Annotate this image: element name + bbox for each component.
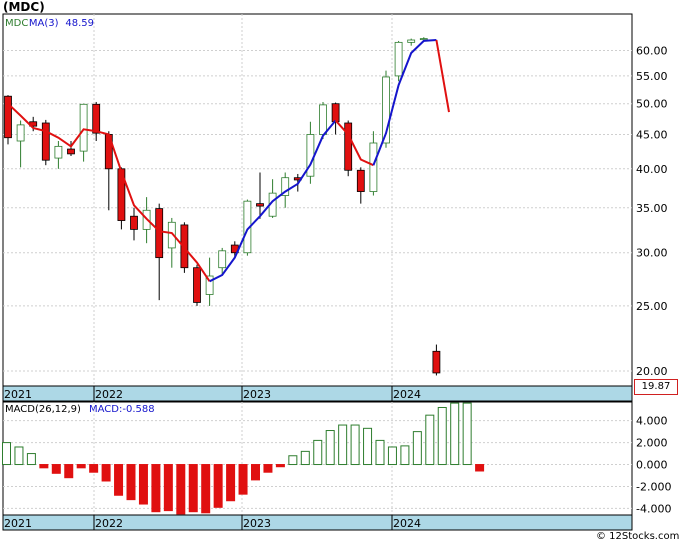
candle-body <box>369 142 378 192</box>
candle-body <box>193 267 201 303</box>
candle-body <box>419 38 428 41</box>
candle-body <box>256 203 264 207</box>
price-tick-label: 30.00 <box>636 247 668 260</box>
macd-bar <box>114 464 124 496</box>
macd-bar <box>213 464 223 508</box>
price-tick-label: 45.00 <box>636 128 668 141</box>
macd-bar <box>475 464 485 472</box>
candle-body <box>155 208 164 259</box>
candle-body <box>54 145 63 159</box>
macd-bar <box>375 439 385 466</box>
macd-bar <box>338 424 348 466</box>
candle-body <box>356 169 365 192</box>
candle-body <box>218 250 227 269</box>
macd-bar <box>51 464 61 474</box>
macd-bar <box>26 453 36 466</box>
macd-bar <box>14 446 24 466</box>
macd-bar <box>400 445 410 466</box>
macd-bar <box>412 431 422 466</box>
price-legend-item: MA(3) <box>29 18 59 29</box>
candle-body <box>344 122 353 171</box>
price-tick-label: 55.00 <box>636 70 668 83</box>
macd-bar <box>325 430 335 466</box>
macd-bar <box>462 402 472 466</box>
price-plot-area <box>2 13 633 387</box>
macd-bar <box>288 455 298 466</box>
price-legend-item: 48.59 <box>65 18 94 29</box>
year-tick-label: 2023 <box>243 517 271 530</box>
macd-bar <box>188 464 198 513</box>
macd-bar <box>76 464 86 469</box>
macd-bar <box>263 464 273 473</box>
year-tick-label: 2022 <box>95 388 123 401</box>
watermark: © 12Stocks.com <box>596 531 680 542</box>
macd-legend-item: MACD(26,12,9) <box>5 404 81 415</box>
price-tick-label: 35.00 <box>636 202 668 215</box>
year-tick-label: 2022 <box>95 517 123 530</box>
candle-body <box>79 103 88 152</box>
candle-body <box>67 148 75 155</box>
macd-bar <box>251 464 260 481</box>
candle-body <box>331 103 340 123</box>
year-tick-label: 2024 <box>393 517 421 530</box>
price-tick-label: 60.00 <box>636 45 668 58</box>
candle-body <box>394 41 403 77</box>
year-tick-label: 2024 <box>393 388 421 401</box>
macd-bar <box>363 427 373 466</box>
macd-bar <box>101 464 111 482</box>
macd-bar <box>151 464 161 513</box>
macd-bar <box>300 450 310 466</box>
macd-bar <box>450 402 460 466</box>
candle-body <box>319 104 327 135</box>
candle-body <box>130 215 138 230</box>
macd-panel: 4.000 2.000 0.000 -2.000 -4.000 MACD(26,12,9)… <box>2 401 671 531</box>
macd-bar <box>2 442 11 466</box>
macd-bar <box>275 464 285 468</box>
candle-body <box>92 103 101 134</box>
price-tick-label: 40.00 <box>636 163 668 176</box>
price-tick-label: 20.00 <box>636 365 668 378</box>
candle-body <box>432 350 441 374</box>
price-tick-label: 25.00 <box>636 300 668 313</box>
macd-bar <box>437 406 447 466</box>
year-tick-label: 2021 <box>4 388 32 401</box>
price-panel: 60.00 55.00 50.00 45.00 40.00 35.00 30.00 25.00… <box>2 13 668 402</box>
macd-bar <box>425 414 435 466</box>
macd-bar <box>387 446 397 466</box>
macd-tick-label: 0.000 <box>636 459 668 472</box>
chart-canvas: 60.00 55.00 50.00 45.00 40.00 35.00 30.00 25.00… <box>2 13 671 531</box>
candle-body <box>16 124 25 142</box>
macd-bar <box>350 424 360 466</box>
macd-bar <box>313 439 323 466</box>
macd-tick-label: -2.000 <box>636 480 671 493</box>
macd-bar <box>89 464 99 473</box>
macd-bar <box>201 464 211 514</box>
macd-tick-label: -4.000 <box>636 502 671 515</box>
macd-bar <box>163 464 173 512</box>
macd-tick-label: 2.000 <box>636 437 668 450</box>
price-tick-label: 50.00 <box>636 98 668 111</box>
candle-body <box>4 95 12 139</box>
macd-bar <box>238 464 248 495</box>
last-price-box: 19.87 <box>634 379 678 395</box>
candle-body <box>41 122 50 161</box>
macd-bar <box>138 464 148 505</box>
macd-bar <box>126 464 136 501</box>
macd-bar <box>64 464 74 479</box>
price-legend-item: MDC <box>5 18 28 29</box>
candle-body <box>407 39 416 43</box>
macd-bar <box>176 464 186 515</box>
macd-legend-item: MACD:-0.588 <box>89 404 155 415</box>
macd-bar <box>39 464 49 469</box>
year-tick-label: 2023 <box>243 388 271 401</box>
year-tick-label: 2021 <box>4 517 32 530</box>
macd-tick-label: 4.000 <box>636 415 668 428</box>
macd-bar <box>226 464 236 502</box>
